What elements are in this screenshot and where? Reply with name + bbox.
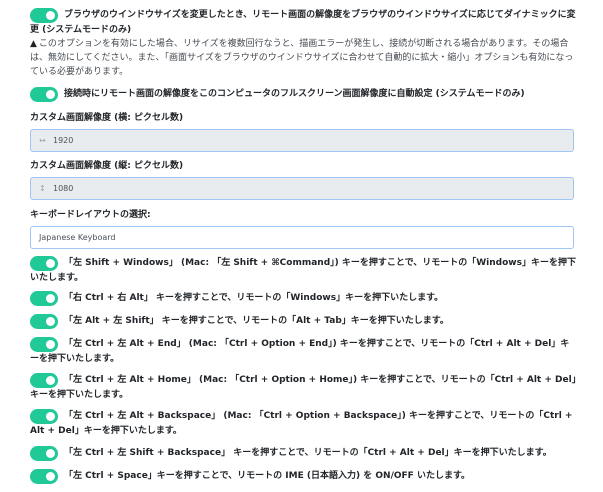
keyboard-layout-label: キーボードレイアウトの選択: — [30, 210, 151, 220]
auto-fullscreen-resolution-toggle[interactable] — [30, 87, 58, 102]
horizontal-arrows-icon: ↔ — [39, 136, 46, 145]
toggle-knob — [46, 90, 55, 99]
warning-text: このオプションを有効にした場合、リサイズを複数回行なうと、描画エラーが発生し、接… — [30, 39, 574, 77]
shortcut-label-alt-shift-tab: 「左 Alt + 左 Shift」 キーを押すことで、リモートの「Alt + T… — [64, 316, 449, 326]
keyboard-layout-select[interactable]: Japanese Keyboard — [30, 226, 574, 249]
shortcut-label-ctrl-alt-end: 「左 Ctrl + 左 Alt + End」 (Mac: 「Ctrl + Opt… — [30, 339, 570, 364]
toggle-knob — [46, 472, 55, 481]
custom-width-input[interactable]: ↔ 1920 — [30, 129, 574, 152]
shortcut-label-ctrl-alt-backspace: 「左 Ctrl + 左 Alt + Backspace」 (Mac: 「Ctrl… — [30, 411, 573, 436]
shortcut-toggle-ctrl-space-ime[interactable] — [30, 469, 58, 484]
custom-width-label: カスタム画面解像度 (横: ピクセル数) — [30, 113, 184, 123]
shortcut-toggle-ctrl-alt-windows[interactable] — [30, 291, 58, 306]
toggle-knob — [46, 449, 55, 458]
shortcut-label-ctrl-space-ime: 「左 Ctrl + Space」キーを押すことで、リモートの IME (日本語入… — [64, 471, 471, 481]
resize-warning: ▲ このオプションを有効にした場合、リサイズを複数回行なうと、描画エラーが発生し、… — [30, 37, 578, 79]
toggle-knob — [46, 317, 55, 326]
custom-height-value: 1080 — [53, 184, 74, 193]
warning-triangle-icon: ▲ — [30, 39, 37, 49]
toggle-knob — [46, 294, 55, 303]
shortcut-toggle-alt-shift-tab[interactable] — [30, 314, 58, 329]
keyboard-layout-value: Japanese Keyboard — [39, 233, 116, 242]
custom-height-input[interactable]: ↕ 1080 — [30, 177, 574, 200]
auto-fullscreen-resolution-label: 接続時にリモート画面の解像度をこのコンピュータのフルスクリーン画面解像度に自動設… — [64, 89, 525, 99]
dynamic-resize-label: ブラウザのウインドウサイズを変更したとき、リモート画面の解像度をブラウザのウイン… — [30, 10, 576, 35]
shortcut-label-ctrl-alt-home: 「左 Ctrl + 左 Alt + Home」 (Mac: 「Ctrl + Op… — [30, 375, 577, 400]
custom-width-value: 1920 — [53, 136, 74, 145]
vertical-arrows-icon: ↕ — [39, 184, 46, 193]
custom-height-label: カスタム画面解像度 (縦: ピクセル数) — [30, 161, 184, 171]
shortcut-toggle-ctrl-shift-backspace[interactable] — [30, 446, 58, 461]
shortcut-label-shift-windows: 「左 Shift + Windows」 (Mac: 「左 Shift + ⌘Co… — [30, 258, 576, 283]
shortcut-label-ctrl-shift-backspace: 「左 Ctrl + 左 Shift + Backspace」 キーを押すことで、… — [64, 448, 552, 458]
shortcut-label-ctrl-alt-windows: 「右 Ctrl + 右 Alt」 キーを押すことで、リモートの「Windows」… — [64, 293, 444, 303]
